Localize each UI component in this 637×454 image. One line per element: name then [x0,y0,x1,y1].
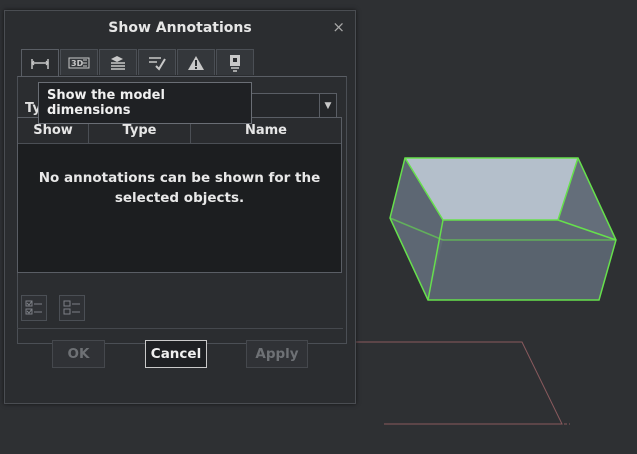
close-button[interactable]: × [332,18,345,36]
show-all-button[interactable] [21,295,47,321]
tab-notes[interactable] [216,49,254,75]
ok-button[interactable]: OK [52,340,105,368]
warning-icon [188,55,204,70]
ghost-plane-outline [355,341,563,425]
cancel-button[interactable]: Cancel [145,340,207,368]
tab-3d-notes[interactable]: 3D [60,49,98,75]
apply-button[interactable]: Apply [246,340,308,368]
tab-warnings[interactable] [177,49,215,75]
dialog-title: Show Annotations [108,20,252,36]
tab-dimensions[interactable] [21,49,59,77]
tab-surface-finish[interactable] [138,49,176,75]
tab-datums[interactable] [99,49,137,75]
hide-all-button[interactable] [59,295,85,321]
show-annotations-dialog: Show Annotations × 3D Ty ▼ Show Type Nam… [4,10,356,404]
check-list-icon [149,56,166,71]
dimensions-tab-tooltip: Show the model dimensions [38,82,252,124]
chevron-down-icon[interactable]: ▼ [319,94,336,118]
checklist-all-icon [25,300,42,315]
selected-box-model[interactable] [389,157,617,301]
info-tag-icon [230,54,240,72]
checklist-none-icon [63,300,80,315]
dimension-icon [31,58,49,69]
annotations-table[interactable]: Show Type Name No annotations can be sho… [17,117,342,273]
annotation-tabs: 3D [21,49,255,77]
empty-table-message: No annotations can be shown for the sele… [38,170,321,206]
datum-stack-icon [111,55,125,70]
svg-text:3D: 3D [71,59,84,68]
3d-text-icon: 3D [68,57,90,68]
dialog-title-bar[interactable]: Show Annotations × [5,11,355,45]
button-row-divider [17,328,343,329]
